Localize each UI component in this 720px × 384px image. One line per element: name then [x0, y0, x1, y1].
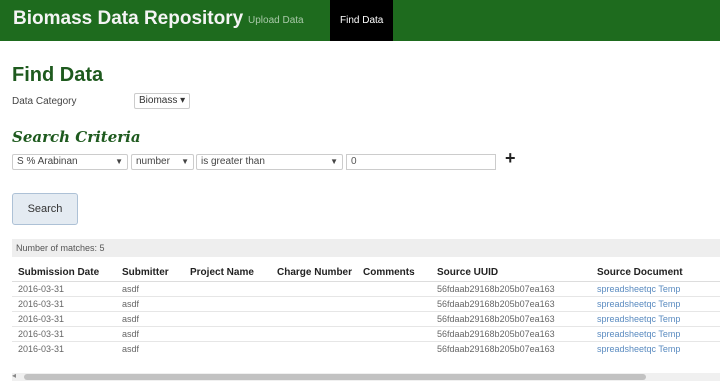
cell-submitter: asdf	[116, 341, 184, 356]
cell-comments	[357, 296, 431, 312]
cell-uuid: 56fdaab29168b205b07ea163	[431, 311, 591, 327]
cell-submitter: asdf	[116, 281, 184, 297]
value-input[interactable]: 0	[346, 154, 496, 170]
cell-date: 2016-03-31	[12, 296, 116, 312]
cell-charge	[271, 311, 357, 327]
col-submitter[interactable]: Submitter	[116, 263, 184, 282]
cell-submitter: asdf	[116, 311, 184, 327]
source-document-link[interactable]: spreadsheetqc Temp	[591, 311, 720, 327]
table-row[interactable]: 2016-03-31 asdf 56fdaab29168b205b07ea163…	[12, 281, 720, 297]
chevron-down-icon: ▼	[115, 157, 123, 166]
table-row[interactable]: 2016-03-31 asdf 56fdaab29168b205b07ea163…	[12, 311, 720, 327]
search-criteria-title: Search Criteria	[12, 128, 141, 146]
cell-date: 2016-03-31	[12, 281, 116, 297]
cell-project	[184, 296, 271, 312]
field-select[interactable]: S % Arabinan ▼	[12, 154, 128, 170]
cell-project	[184, 311, 271, 327]
scroll-left-icon[interactable]: ◂	[12, 371, 16, 380]
col-project-name[interactable]: Project Name	[184, 263, 271, 282]
col-source-uuid[interactable]: Source UUID	[431, 263, 591, 282]
data-category-label: Data Category	[12, 96, 77, 107]
table-row[interactable]: 2016-03-31 asdf 56fdaab29168b205b07ea163…	[12, 341, 720, 356]
cell-comments	[357, 341, 431, 356]
cell-date: 2016-03-31	[12, 326, 116, 342]
cell-date: 2016-03-31	[12, 311, 116, 327]
search-button[interactable]: Search	[12, 193, 78, 225]
source-document-link[interactable]: spreadsheetqc Temp	[591, 281, 720, 297]
table-row[interactable]: 2016-03-31 asdf 56fdaab29168b205b07ea163…	[12, 296, 720, 312]
col-comments[interactable]: Comments	[357, 263, 431, 282]
field-select-value: S % Arabinan	[17, 156, 78, 167]
cell-charge	[271, 341, 357, 356]
cell-uuid: 56fdaab29168b205b07ea163	[431, 296, 591, 312]
horizontal-scrollbar[interactable]: ◂	[12, 371, 720, 381]
cell-charge	[271, 326, 357, 342]
scrollbar-thumb[interactable]	[24, 374, 646, 380]
brand-title[interactable]: Biomass Data Repository	[13, 8, 243, 30]
nav-find-data[interactable]: Find Data	[330, 0, 394, 41]
page-title: Find Data	[12, 64, 104, 86]
plus-icon[interactable]: +	[505, 148, 516, 169]
operator-select[interactable]: is greater than ▼	[196, 154, 343, 170]
cell-submitter: asdf	[116, 326, 184, 342]
navbar: Biomass Data Repository Upload Data Find…	[0, 0, 720, 41]
cell-uuid: 56fdaab29168b205b07ea163	[431, 281, 591, 297]
source-document-link[interactable]: spreadsheetqc Temp	[591, 296, 720, 312]
results-table: Submission Date Submitter Project Name C…	[12, 263, 720, 356]
cell-uuid: 56fdaab29168b205b07ea163	[431, 341, 591, 356]
table-header-row: Submission Date Submitter Project Name C…	[12, 263, 720, 282]
nav-upload-data[interactable]: Upload Data	[238, 0, 314, 41]
operator-select-value: is greater than	[201, 156, 265, 167]
type-select-value: number	[136, 156, 170, 167]
cell-comments	[357, 326, 431, 342]
source-document-link[interactable]: spreadsheetqc Temp	[591, 326, 720, 342]
cell-comments	[357, 281, 431, 297]
data-category-select[interactable]: Biomass ▾	[134, 93, 191, 109]
col-submission-date[interactable]: Submission Date	[12, 263, 116, 282]
cell-date: 2016-03-31	[12, 341, 116, 356]
cell-project	[184, 281, 271, 297]
cell-project	[184, 341, 271, 356]
cell-submitter: asdf	[116, 296, 184, 312]
col-source-document[interactable]: Source Document	[591, 263, 720, 282]
cell-comments	[357, 311, 431, 327]
chevron-down-icon: ▼	[181, 157, 189, 166]
col-charge-number[interactable]: Charge Number	[271, 263, 357, 282]
source-document-link[interactable]: spreadsheetqc Temp	[591, 341, 720, 356]
cell-project	[184, 326, 271, 342]
matches-count: Number of matches: 5	[12, 239, 720, 257]
cell-charge	[271, 296, 357, 312]
table-row[interactable]: 2016-03-31 asdf 56fdaab29168b205b07ea163…	[12, 326, 720, 342]
chevron-down-icon: ▼	[330, 157, 338, 166]
cell-uuid: 56fdaab29168b205b07ea163	[431, 326, 591, 342]
cell-charge	[271, 281, 357, 297]
type-select[interactable]: number ▼	[131, 154, 194, 170]
